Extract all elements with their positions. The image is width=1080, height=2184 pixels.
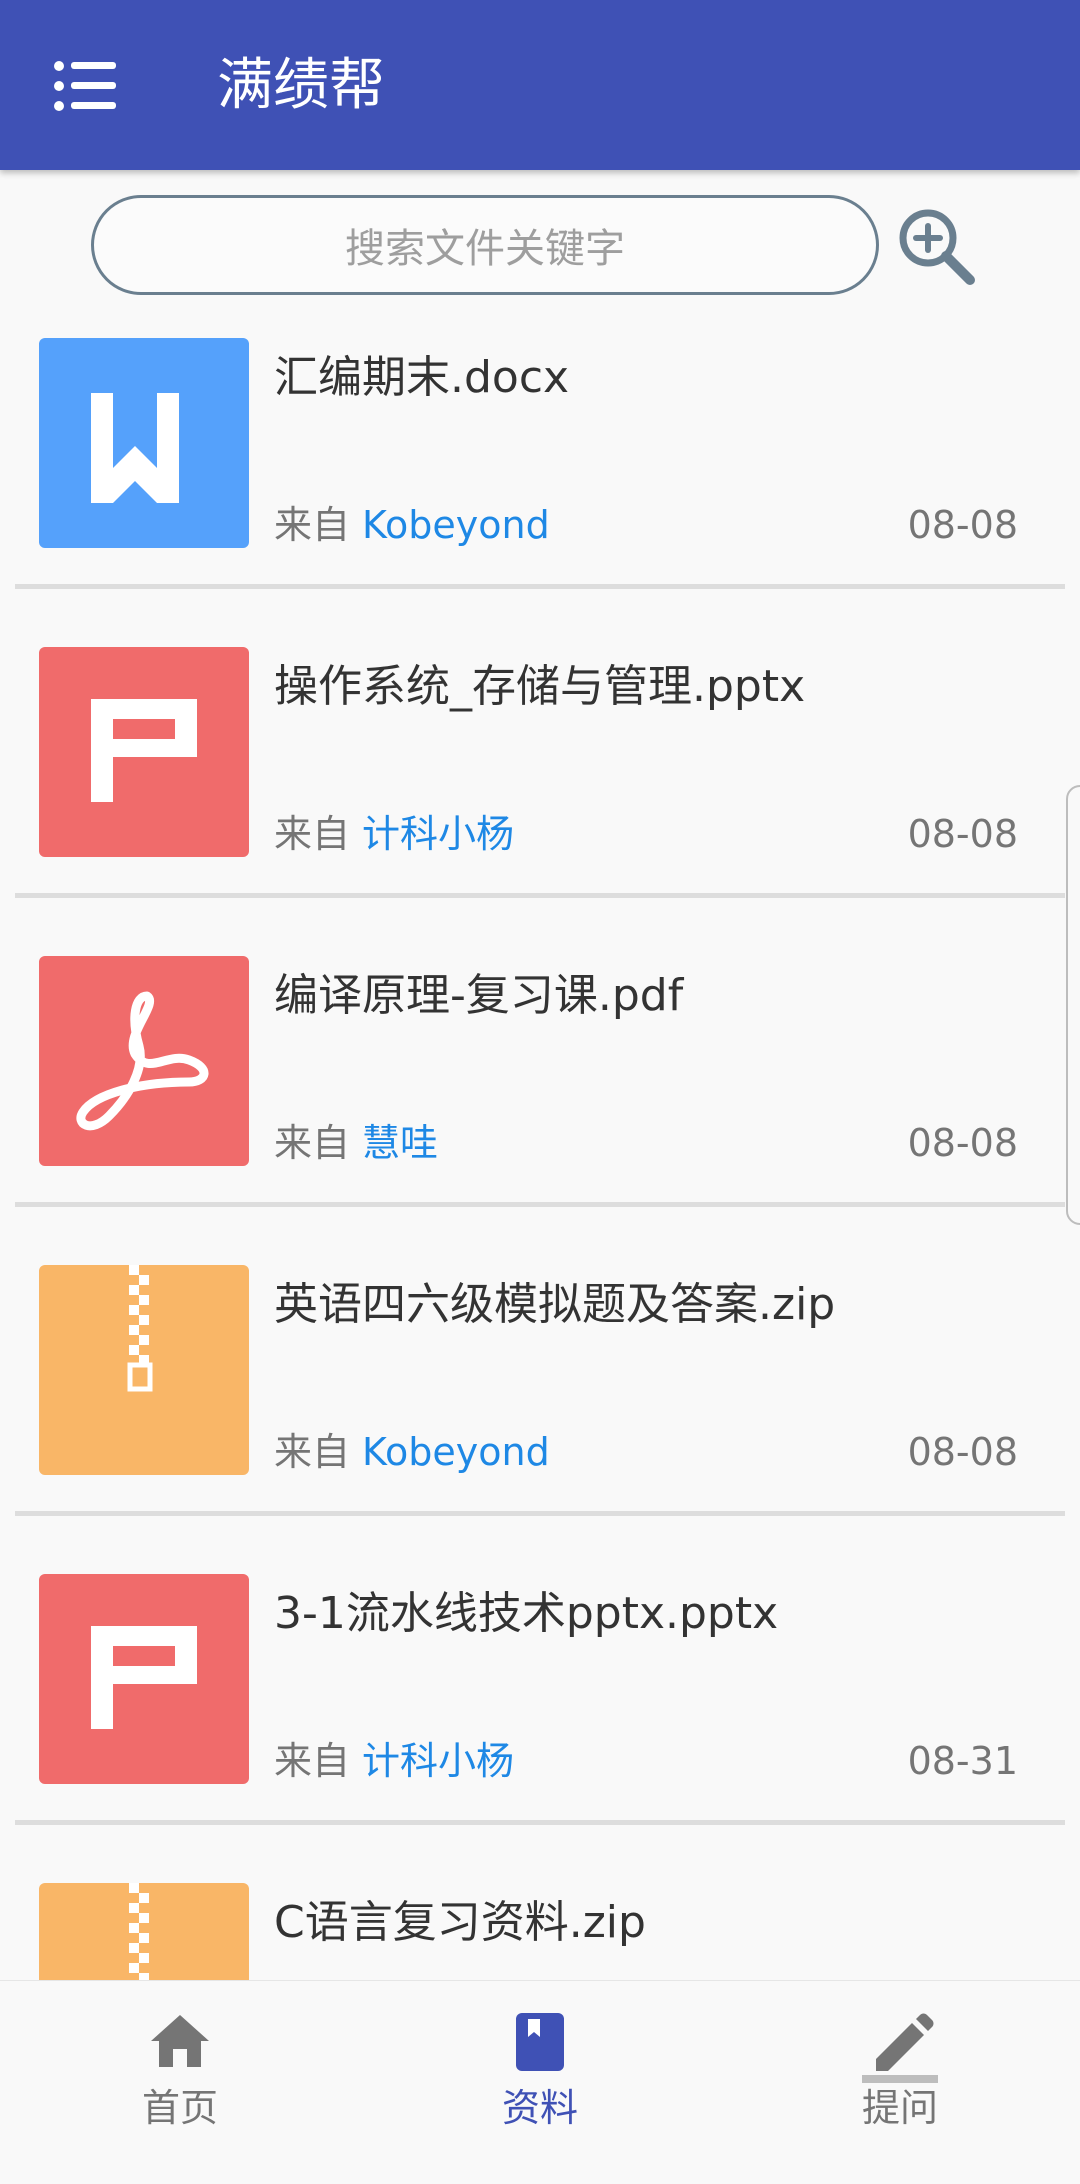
pencil-icon [862, 2013, 938, 2083]
file-list: 汇编期末.docx 来自 Kobeyond 08-08 操作系统_存储与管理.pp… [0, 330, 1080, 2184]
from-label: 来自 [274, 1739, 351, 1783]
file-source: 来自 计科小杨 [274, 809, 514, 859]
file-name: 英语四六级模拟题及答案.zip [274, 1279, 836, 1330]
divider [15, 1511, 1065, 1516]
book-icon [516, 2013, 564, 2071]
app-title: 满绩帮 [217, 53, 385, 118]
zoom-search-icon[interactable] [896, 206, 976, 286]
divider [15, 584, 1065, 589]
file-list-item[interactable]: 3-1流水线技术pptx.pptx 来自 计科小杨 08-31 [0, 1566, 1080, 1875]
from-label: 来自 [274, 812, 351, 856]
file-name: 汇编期末.docx [274, 352, 570, 403]
file-source: 来自 Kobeyond [274, 500, 550, 550]
nav-materials-label: 资料 [501, 2086, 578, 2130]
file-name: 操作系统_存储与管理.pptx [274, 661, 806, 712]
zip-file-icon [39, 1265, 249, 1475]
uploader-link[interactable]: Kobeyond [362, 1430, 550, 1474]
file-date: 08-08 [907, 812, 1018, 856]
ppt-file-icon [39, 647, 249, 857]
file-date: 08-31 [907, 1739, 1018, 1783]
from-label: 来自 [274, 503, 351, 547]
divider [15, 893, 1065, 898]
uploader-link[interactable]: 慧哇 [362, 1121, 438, 1165]
uploader-link[interactable]: 计科小杨 [362, 1739, 514, 1783]
menu-icon[interactable] [54, 60, 116, 112]
scroll-edge-handle[interactable] [1066, 785, 1080, 1225]
file-date: 08-08 [907, 1430, 1018, 1474]
app-bar: 满绩帮 [0, 0, 1080, 170]
divider [15, 1820, 1065, 1825]
from-label: 来自 [274, 1430, 351, 1474]
bottom-navigation: 首页 资料 提问 [0, 1980, 1080, 2151]
uploader-link[interactable]: Kobeyond [362, 503, 550, 547]
file-source: 来自 计科小杨 [274, 1736, 514, 1786]
file-list-item[interactable]: 编译原理-复习课.pdf 来自 慧哇 08-08 [0, 948, 1080, 1257]
file-list-item[interactable]: 汇编期末.docx 来自 Kobeyond 08-08 [0, 330, 1080, 639]
nav-home[interactable]: 首页 [110, 1981, 250, 2151]
search-placeholder: 搜索文件关键字 [345, 226, 625, 272]
file-source: 来自 慧哇 [274, 1118, 438, 1168]
nav-ask[interactable]: 提问 [830, 1981, 970, 2151]
file-date: 08-08 [907, 1121, 1018, 1165]
search-input[interactable]: 搜索文件关键字 [91, 195, 879, 295]
uploader-link[interactable]: 计科小杨 [362, 812, 514, 856]
file-list-item[interactable]: 操作系统_存储与管理.pptx 来自 计科小杨 08-08 [0, 639, 1080, 948]
file-name: 编译原理-复习课.pdf [274, 970, 684, 1021]
ppt-file-icon [39, 1574, 249, 1784]
nav-materials[interactable]: 资料 [470, 1981, 610, 2151]
nav-home-label: 首页 [141, 2086, 218, 2130]
file-list-item[interactable]: 英语四六级模拟题及答案.zip 来自 Kobeyond 08-08 [0, 1257, 1080, 1566]
word-file-icon [39, 338, 249, 548]
home-icon [151, 2015, 209, 2067]
divider [15, 1202, 1065, 1207]
file-name: 3-1流水线技术pptx.pptx [274, 1588, 779, 1639]
file-name: C语言复习资料.zip [274, 1897, 646, 1948]
file-source: 来自 Kobeyond [274, 1427, 550, 1477]
file-date: 08-08 [907, 503, 1018, 547]
from-label: 来自 [274, 1121, 351, 1165]
nav-ask-label: 提问 [861, 2086, 938, 2130]
pdf-file-icon [39, 956, 249, 1166]
